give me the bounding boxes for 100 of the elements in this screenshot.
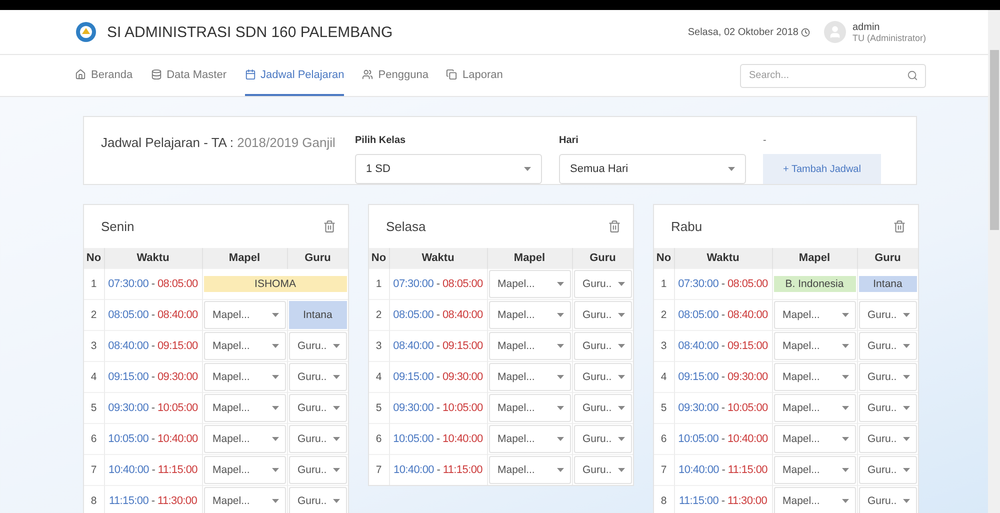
dropdown[interactable]: Guru.. (858, 363, 917, 391)
dropdown[interactable]: Mapel... (204, 394, 286, 422)
dropdown[interactable]: Mapel... (488, 332, 570, 360)
row-number: 8 (654, 486, 674, 513)
time-range: 09:15:00 - 09:30:00 (108, 371, 198, 383)
nav-tab[interactable]: Laporan (446, 55, 503, 96)
dropdown[interactable]: Mapel... (204, 487, 286, 513)
dropdown[interactable]: Guru.. (574, 425, 632, 453)
date-text: Selasa, 02 Oktober 2018 (688, 26, 798, 38)
dropdown[interactable]: Mapel... (774, 456, 856, 484)
caret-icon (272, 344, 278, 348)
caret-icon (556, 313, 564, 317)
add-schedule-button[interactable]: + Tambah Jadwal (763, 154, 881, 184)
time-range: 09:15:00 - 09:30:00 (678, 371, 768, 383)
time-range: 09:15:00 - 09:30:00 (393, 371, 483, 383)
row-number: 7 (654, 454, 674, 486)
dropdown[interactable]: Mapel... (204, 332, 286, 360)
row-number: 1 (369, 268, 389, 300)
caret-icon (842, 437, 848, 441)
row-number: 2 (369, 300, 389, 330)
row-number: 5 (369, 392, 389, 424)
dropdown[interactable]: Guru.. (574, 301, 632, 329)
dropdown[interactable]: Mapel... (204, 363, 286, 391)
dropdown[interactable]: Mapel... (774, 332, 856, 360)
column-header: Guru (572, 248, 633, 268)
nav-tab[interactable]: Beranda (75, 55, 133, 96)
dropdown[interactable]: Guru.. (858, 425, 917, 453)
dropdown[interactable]: Mapel... (774, 363, 856, 391)
dropdown[interactable]: Guru.. (858, 301, 917, 329)
dropdown[interactable]: Mapel... (488, 394, 570, 422)
dropdown[interactable]: Mapel... (204, 456, 286, 484)
row-number: 4 (369, 362, 389, 392)
row-number: 2 (654, 300, 674, 330)
dropdown[interactable]: Mapel... (774, 425, 856, 453)
dropdown[interactable]: Guru.. (288, 487, 347, 513)
caret-icon (842, 344, 848, 348)
delete-icon[interactable] (608, 220, 621, 233)
delete-icon[interactable] (323, 220, 336, 233)
dropdown[interactable]: Mapel... (204, 425, 286, 453)
dropdown[interactable]: Guru.. (858, 332, 917, 360)
caret-icon (618, 375, 625, 379)
dropdown[interactable]: Guru.. (288, 456, 347, 484)
dropdown[interactable]: Mapel... (774, 301, 856, 329)
nav-tab[interactable]: Pengguna (362, 55, 428, 96)
dropdown[interactable]: Guru.. (574, 270, 632, 298)
dropdown[interactable]: Guru.. (858, 394, 917, 422)
dropdown[interactable]: Mapel... (488, 270, 570, 298)
time-range: 10:40:00 - 11:15:00 (108, 464, 198, 476)
dropdown[interactable]: Mapel... (488, 363, 570, 391)
dropdown[interactable]: Guru.. (858, 487, 917, 513)
dropdown[interactable]: Mapel... (488, 301, 570, 329)
search-field[interactable]: Search... (740, 64, 926, 88)
day-dropdown[interactable]: Semua Hari (559, 154, 746, 184)
caret-icon (556, 406, 564, 410)
time-range: 11:15:00 - 11:30:00 (108, 495, 198, 507)
row-number: 6 (369, 424, 389, 454)
column-header: Waktu (674, 248, 772, 268)
dropdown[interactable]: Guru.. (288, 363, 347, 391)
dropdown[interactable]: Guru.. (574, 394, 632, 422)
day-title: Rabu (671, 219, 702, 234)
calendar-icon (244, 69, 256, 80)
caret-icon (618, 313, 625, 317)
caret-icon (618, 344, 625, 348)
column-header: Mapel (202, 248, 287, 268)
caret-icon (842, 468, 848, 472)
time-range: 07:30:00 - 08:05:00 (108, 278, 198, 290)
caret-icon (903, 468, 910, 472)
caret-icon (272, 437, 278, 441)
row-number: 3 (369, 330, 389, 362)
scrollbar[interactable] (988, 10, 1000, 513)
dropdown[interactable]: Guru.. (288, 425, 347, 453)
caret-icon (842, 406, 848, 410)
dropdown[interactable]: Guru.. (574, 332, 632, 360)
dropdown[interactable]: Guru.. (574, 363, 632, 391)
day-label: Hari (559, 135, 580, 148)
dropdown[interactable]: Mapel... (488, 425, 570, 453)
assigned-cell: B. Indonesia (774, 276, 856, 292)
caret-icon (728, 167, 735, 171)
dropdown[interactable]: Guru.. (574, 456, 632, 484)
nav-tab[interactable]: Data Master (150, 55, 227, 96)
row-number: 3 (84, 330, 104, 362)
day-title: Senin (101, 219, 134, 234)
caret-icon (618, 406, 625, 410)
dropdown[interactable]: Guru.. (288, 394, 347, 422)
dropdown[interactable]: Guru.. (288, 332, 347, 360)
delete-icon[interactable] (893, 220, 906, 233)
caret-icon (556, 375, 564, 379)
dropdown[interactable]: Mapel... (774, 487, 856, 513)
row-number: 7 (369, 454, 389, 485)
class-dropdown[interactable]: 1 SD (355, 154, 542, 184)
dropdown[interactable]: Mapel... (488, 456, 570, 484)
caret-icon (556, 344, 564, 348)
column-header: No (84, 248, 104, 268)
dropdown[interactable]: Guru.. (858, 456, 917, 484)
dropdown[interactable]: Mapel... (774, 394, 856, 422)
row-number: 4 (84, 362, 104, 392)
database-icon (150, 69, 162, 80)
row-number: 3 (654, 330, 674, 362)
dropdown[interactable]: Mapel... (204, 301, 286, 329)
caret-icon (618, 468, 625, 472)
